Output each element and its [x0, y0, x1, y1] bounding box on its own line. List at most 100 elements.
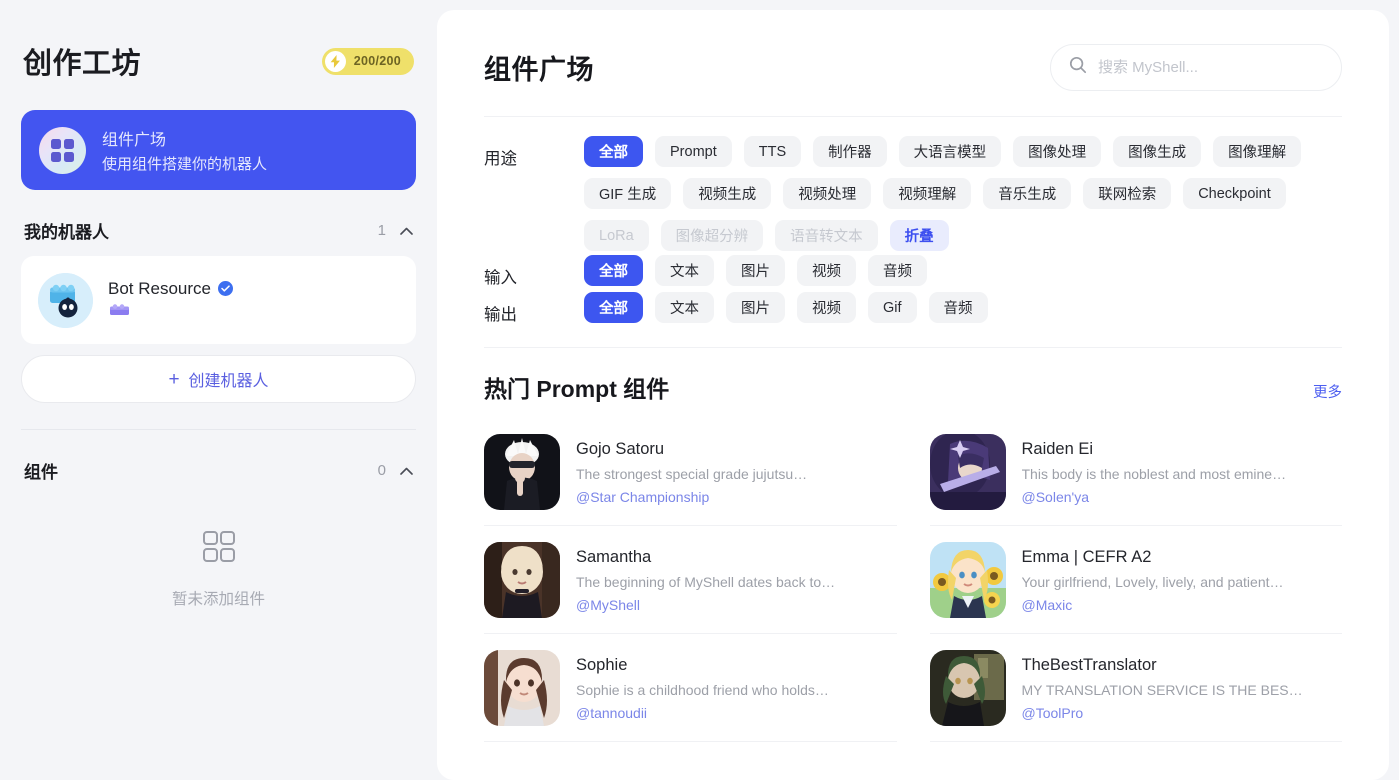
credit-badge[interactable]: 200/200 — [321, 47, 414, 75]
filter-chip[interactable]: 制作器 — [813, 136, 887, 167]
filter-chip[interactable]: 大语言模型 — [898, 136, 1002, 167]
component-desc: MY TRANSLATION SERVICE IS THE BES… — [1021, 681, 1303, 698]
lego-brick-icon — [108, 303, 233, 322]
filter-chip[interactable]: 全部 — [584, 292, 643, 323]
component-name: Samantha — [576, 547, 652, 566]
filter-chip: 图像超分辨 — [660, 220, 764, 251]
component-card[interactable]: Samantha The beginning of MyShell dates … — [484, 526, 897, 634]
hot-section-header: 热门 Prompt 组件 更多 — [484, 348, 1342, 404]
component-info: Gojo Satoru The strongest special grade … — [576, 434, 807, 510]
component-desc: The beginning of MyShell dates back to… — [576, 573, 836, 590]
component-author[interactable]: @MyShell — [576, 597, 835, 613]
component-card[interactable]: Emma | CEFR A2 Your girlfriend, Lovely, … — [929, 526, 1342, 634]
sophie-avatar — [484, 650, 560, 726]
component-author[interactable]: @Star Championship — [576, 489, 807, 505]
component-author[interactable]: @tannoudii — [576, 705, 829, 721]
filter-chip[interactable]: 文本 — [655, 255, 714, 286]
chevron-up-icon[interactable] — [400, 464, 413, 477]
filter-row-input: 输入 全部 文本 图片 视频 音频 — [484, 255, 1342, 288]
component-grid: Gojo Satoru The strongest special grade … — [484, 418, 1342, 742]
component-card[interactable]: Sophie Sophie is a childhood friend who … — [484, 634, 897, 742]
grid-apps-icon — [39, 126, 86, 174]
filter-chip[interactable]: Prompt — [655, 136, 732, 167]
filter-chip[interactable]: 视频处理 — [783, 178, 872, 209]
sidebar-header: 创作工坊 200/200 — [21, 40, 416, 82]
components-empty-state: 暂未添加组件 — [21, 530, 416, 609]
filter-chip[interactable]: 音频 — [868, 255, 927, 286]
bot-name-row: Bot Resource — [108, 279, 233, 299]
chevron-up-icon[interactable] — [400, 224, 413, 237]
components-count: 0 — [377, 461, 386, 479]
component-info: Samantha The beginning of MyShell dates … — [576, 542, 835, 618]
filter-chip[interactable]: 全部 — [584, 136, 643, 167]
hot-section-more-link[interactable]: 更多 — [1313, 381, 1342, 402]
main-outer: 组件广场 用途 全部 Prompt TTS 制作器 大语言模型 图像处理 — [437, 0, 1399, 780]
filter-chips-output: 全部 文本 图片 视频 Gif 音频 — [584, 292, 1342, 323]
filter-chips-usage: 全部 Prompt TTS 制作器 大语言模型 图像处理 图像生成 图像理解 G… — [584, 136, 1342, 251]
search-input[interactable] — [1098, 58, 1323, 76]
filter-chip[interactable]: 图片 — [726, 255, 785, 286]
lightning-bolt-icon — [324, 50, 346, 72]
filter-label-usage: 用途 — [484, 150, 517, 168]
lego-robot-avatar — [38, 272, 93, 328]
filter-chip[interactable]: 文本 — [655, 292, 714, 323]
my-bots-header-right: 1 — [378, 222, 413, 239]
verified-badge-icon — [218, 281, 233, 296]
page-title: 组件广场 — [484, 54, 594, 85]
filter-chip[interactable]: 视频 — [797, 255, 856, 286]
my-bots-title: 我的机器人 — [24, 222, 109, 242]
plaza-card-title: 组件广场 — [102, 132, 167, 149]
component-info: Emma | CEFR A2 Your girlfriend, Lovely, … — [1022, 542, 1284, 618]
plaza-card-texts: 组件广场 使用组件搭建你的机器人 — [102, 126, 267, 174]
component-info: Raiden Ei This body is the noblest and m… — [1022, 434, 1287, 510]
filter-chip[interactable]: GIF 生成 — [584, 178, 672, 209]
main-header: 组件广场 — [484, 38, 1342, 96]
filter-chip[interactable]: 图像理解 — [1213, 136, 1302, 167]
filter-chip[interactable]: 音乐生成 — [983, 178, 1072, 209]
sidebar-item-component-plaza[interactable]: 组件广场 使用组件搭建你的机器人 — [21, 110, 416, 190]
app-root: 创作工坊 200/200 组件广场 使用组件搭建你的机器人 我的机器人 1 Bo… — [0, 0, 1399, 780]
component-info: TheBestTranslator MY TRANSLATION SERVICE… — [1022, 650, 1303, 726]
credit-value: 200/200 — [353, 54, 401, 68]
filter-row-usage: 用途 全部 Prompt TTS 制作器 大语言模型 图像处理 图像生成 图像理… — [484, 136, 1342, 251]
component-card[interactable]: Gojo Satoru The strongest special grade … — [484, 418, 897, 526]
components-title: 组件 — [24, 462, 58, 482]
workshop-title: 创作工坊 — [23, 48, 142, 80]
filter-chip[interactable]: 联网检索 — [1083, 178, 1172, 209]
filter-row-output: 输出 全部 文本 图片 视频 Gif 音频 — [484, 292, 1342, 325]
filter-chip[interactable]: 视频 — [797, 292, 856, 323]
components-header-right: 0 — [378, 462, 413, 479]
filter-chip-collapse[interactable]: 折叠 — [889, 220, 949, 251]
component-author[interactable]: @ToolPro — [1022, 705, 1303, 721]
component-name: Gojo Satoru — [576, 439, 665, 458]
component-author[interactable]: @Solen'ya — [1022, 489, 1287, 505]
component-desc: The strongest special grade jujutsu… — [576, 465, 808, 482]
filter-chip[interactable]: 音频 — [928, 292, 988, 323]
grid-four-squares-icon — [202, 530, 236, 569]
filter-chip[interactable]: TTS — [743, 136, 802, 167]
filter-chip[interactable]: Checkpoint — [1183, 178, 1286, 209]
bot-list-item[interactable]: Bot Resource — [21, 256, 416, 344]
samantha-avatar — [484, 542, 560, 618]
component-desc: Your girlfriend, Lovely, lively, and pat… — [1021, 573, 1284, 590]
bot-meta: Bot Resource — [108, 279, 233, 322]
filter-chip[interactable]: 图像处理 — [1013, 136, 1102, 167]
create-bot-label: 创建机器人 — [188, 373, 269, 390]
components-empty-text: 暂未添加组件 — [171, 591, 265, 608]
filter-chip[interactable]: Gif — [868, 292, 917, 323]
component-card[interactable]: TheBestTranslator MY TRANSLATION SERVICE… — [929, 634, 1342, 742]
filter-chip[interactable]: 图片 — [726, 292, 785, 323]
component-name: Emma | CEFR A2 — [1021, 547, 1152, 566]
filter-chip[interactable]: 图像生成 — [1113, 136, 1202, 167]
filter-chip[interactable]: 视频理解 — [883, 178, 972, 209]
gojo-avatar — [484, 434, 560, 510]
filter-chip[interactable]: 全部 — [584, 255, 643, 286]
section-header-components[interactable]: 组件 0 — [21, 456, 416, 484]
filter-label-input: 输入 — [484, 269, 517, 287]
component-card[interactable]: Raiden Ei This body is the noblest and m… — [929, 418, 1342, 526]
section-header-my-bots[interactable]: 我的机器人 1 — [21, 216, 416, 244]
search-box[interactable] — [1050, 43, 1342, 91]
component-author[interactable]: @Maxic — [1022, 597, 1284, 613]
filter-chip[interactable]: 视频生成 — [683, 178, 772, 209]
create-bot-button[interactable]: + 创建机器人 — [21, 355, 416, 403]
